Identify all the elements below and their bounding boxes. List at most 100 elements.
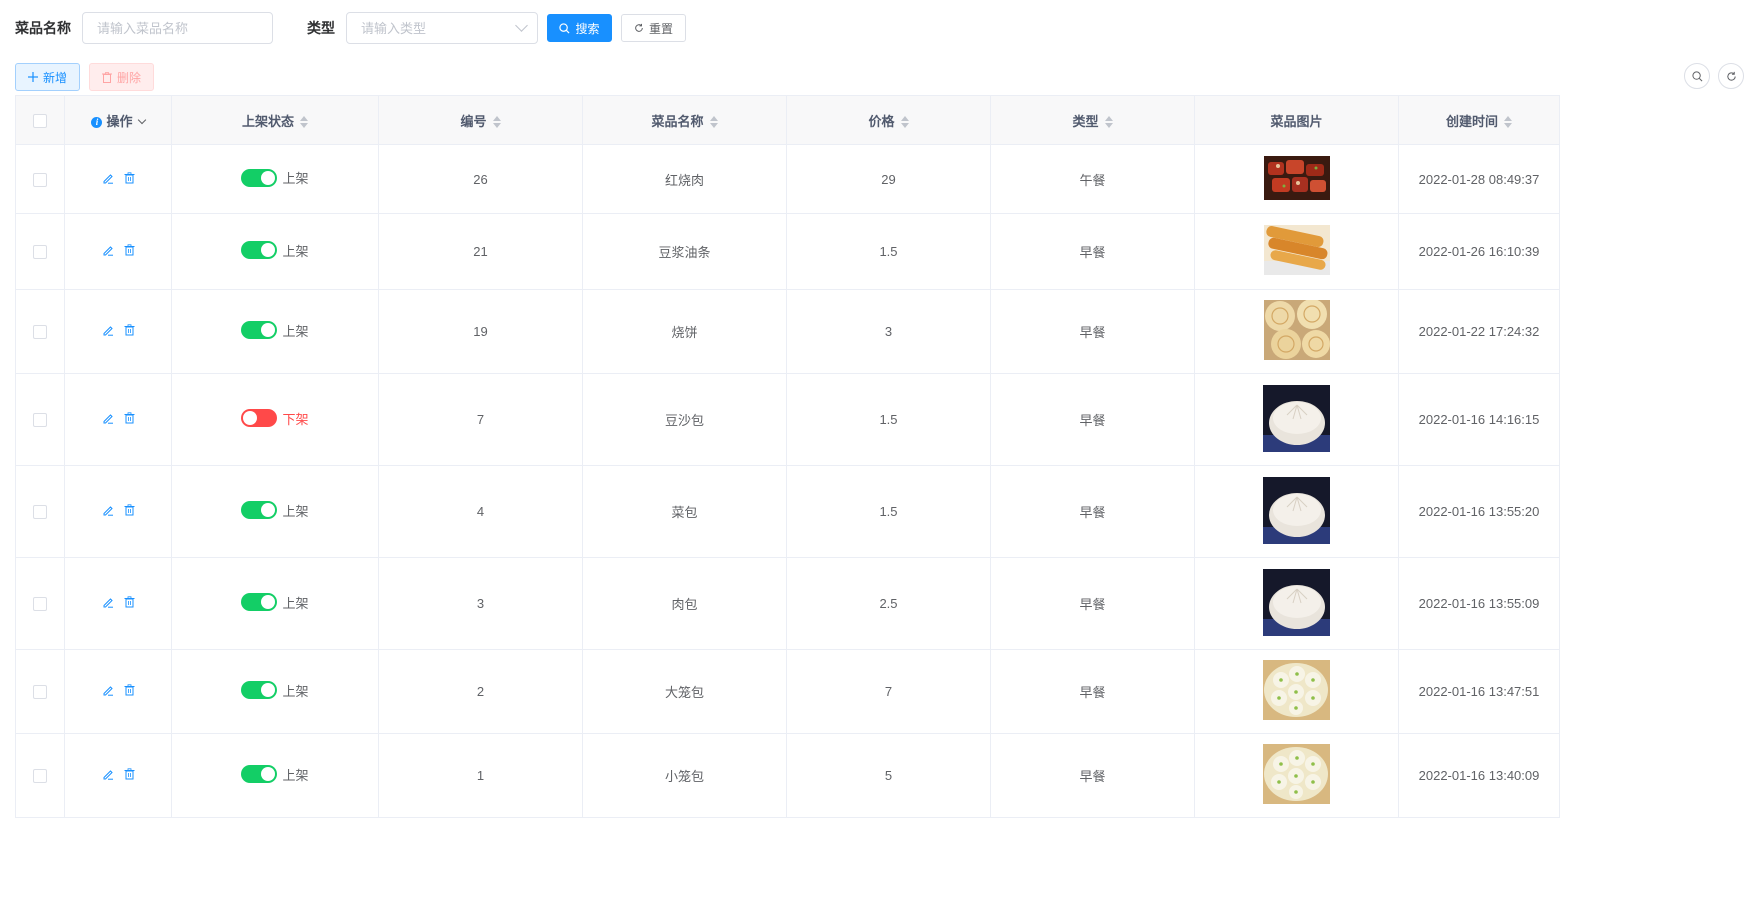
row-status-cell: 上架 [171,213,379,290]
dish-image[interactable] [1263,744,1330,807]
refresh-icon [635,23,643,32]
search-button[interactable]: 搜索 [547,14,612,42]
trash-icon[interactable] [124,596,135,608]
dish-image[interactable] [1263,225,1330,278]
dish-image[interactable] [1263,155,1330,203]
row-name: 菜包 [582,465,787,558]
row-checkbox[interactable] [33,685,47,700]
trash-icon[interactable] [124,768,135,780]
sort-icon[interactable] [1104,116,1113,129]
row-id: 7 [378,373,583,466]
edit-icon[interactable] [102,244,114,256]
header-created-label: 创建时间 [1445,113,1498,129]
row-checkbox[interactable] [33,597,47,612]
status-label: 上架 [282,503,309,519]
edit-icon[interactable] [102,504,114,516]
table-row: 上架 3 肉包 2.5 早餐 2022-01-16 13:55:09 [15,557,1560,650]
header-id[interactable]: 编号 [378,95,583,145]
select-all-cell [15,95,65,145]
reset-button[interactable]: 重置 [621,14,686,42]
edit-icon[interactable] [102,768,114,780]
name-search-input[interactable] [82,12,273,44]
sort-icon[interactable] [709,116,718,129]
toggle-knob [261,170,276,185]
row-created: 2022-01-28 08:49:37 [1398,144,1560,214]
sort-icon[interactable] [492,116,501,129]
header-status[interactable]: 上架状态 [171,95,379,145]
dish-image[interactable] [1263,299,1330,363]
trash-icon[interactable] [124,504,135,516]
status-toggle[interactable] [241,409,278,428]
table-row: 上架 26 红烧肉 29 午餐 2022-01-28 08:49:37 [15,144,1560,214]
edit-icon[interactable] [102,324,114,336]
trash-icon[interactable] [124,324,135,336]
row-ops-cell [64,733,172,818]
toggle-search-button[interactable] [1684,63,1710,89]
row-checkbox[interactable] [33,172,47,187]
select-all-checkbox[interactable] [33,113,47,128]
sort-icon[interactable] [900,116,909,129]
type-search-input[interactable] [346,12,538,44]
add-button[interactable]: 新增 [15,63,80,91]
type-label: 类型 [307,20,335,36]
edit-icon[interactable] [102,596,114,608]
table-row: 上架 21 豆浆油条 1.5 早餐 2022-01-26 16:10:39 [15,213,1560,290]
status-toggle[interactable] [241,681,278,700]
row-ops-cell [64,289,172,374]
status-toggle[interactable] [241,241,278,260]
dish-image[interactable] [1263,384,1330,455]
status-label: 上架 [282,171,309,187]
row-created: 2022-01-16 13:47:51 [1398,649,1560,734]
header-price[interactable]: 价格 [786,95,991,145]
row-image-cell [1194,213,1399,290]
trash-icon[interactable] [124,684,135,696]
row-image-cell [1194,733,1399,818]
reset-button-label: 重置 [648,21,673,36]
row-checkbox[interactable] [33,245,47,260]
edit-icon[interactable] [102,684,114,696]
refresh-button[interactable] [1718,63,1744,89]
dish-image[interactable] [1263,476,1330,547]
trash-icon[interactable] [124,244,135,256]
type-select[interactable] [346,12,538,44]
header-name[interactable]: 菜品名称 [582,95,787,145]
row-type: 早餐 [990,373,1195,466]
trash-icon[interactable] [124,171,135,184]
row-checkbox[interactable] [33,325,47,340]
search-icon [559,22,570,34]
row-checkbox[interactable] [33,505,47,520]
row-type: 早餐 [990,213,1195,290]
status-toggle[interactable] [241,321,278,340]
row-select-cell [15,649,65,734]
row-price: 1.5 [786,213,991,290]
row-name: 小笼包 [582,733,787,818]
edit-icon[interactable] [102,172,114,184]
header-created[interactable]: 创建时间 [1398,95,1560,145]
row-created: 2022-01-22 17:24:32 [1398,289,1560,374]
status-toggle[interactable] [241,168,278,187]
row-created: 2022-01-16 13:55:09 [1398,557,1560,650]
status-toggle[interactable] [241,501,278,520]
dish-image[interactable] [1263,568,1330,639]
sort-icon[interactable] [1504,116,1512,129]
header-type[interactable]: 类型 [990,95,1195,145]
trash-icon [101,71,112,83]
trash-icon[interactable] [124,412,135,424]
row-checkbox[interactable] [33,769,47,784]
row-status-cell: 上架 [171,465,379,558]
header-ops[interactable]: i 操作 [64,95,172,145]
sort-icon[interactable] [300,116,308,129]
status-toggle[interactable] [241,765,278,784]
delete-button[interactable]: 删除 [89,63,154,91]
dish-image[interactable] [1263,660,1330,723]
row-created: 2022-01-16 13:55:20 [1398,465,1560,558]
row-status-cell: 上架 [171,289,379,374]
row-ops-cell [64,649,172,734]
edit-icon[interactable] [102,412,114,424]
search-button-label: 搜索 [575,21,600,36]
status-label: 下架 [282,411,309,427]
row-checkbox[interactable] [33,413,47,428]
header-type-label: 类型 [1072,113,1099,129]
status-toggle[interactable] [241,593,278,612]
toggle-knob [261,323,276,338]
